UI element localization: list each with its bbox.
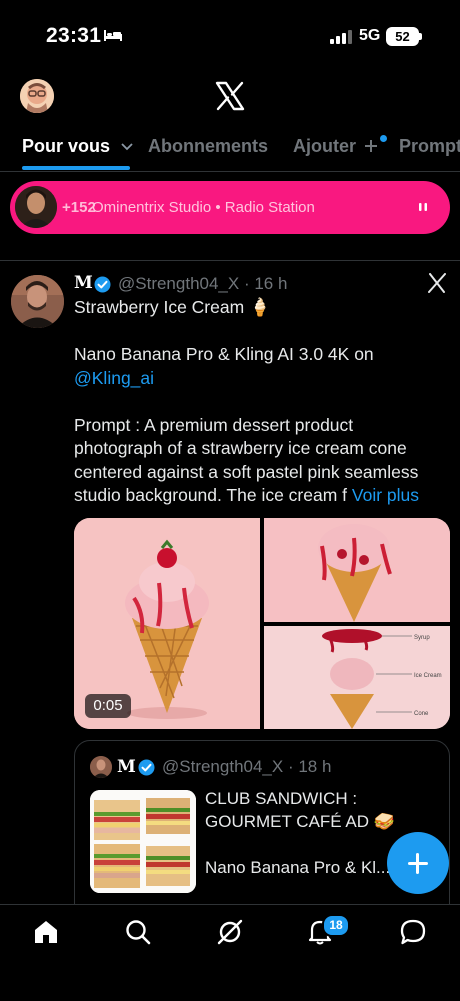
- space-title: Ominentrix Studio • Radio Station: [92, 199, 315, 216]
- search-icon[interactable]: [124, 918, 152, 946]
- verified-badge-icon: [138, 759, 155, 776]
- diagram-label: Ice Cream: [414, 673, 442, 679]
- tab-label: Ajouter: [293, 136, 356, 156]
- tab-abonnements[interactable]: Abonnements: [148, 136, 268, 157]
- diagram-label: Syrup: [414, 635, 430, 641]
- pause-icon[interactable]: [417, 200, 429, 214]
- mention-link[interactable]: @Kling_ai: [74, 368, 154, 388]
- show-more-link[interactable]: Voir plus: [352, 485, 419, 505]
- quoted-line: Nano Banana Pro & Kl...: [205, 858, 391, 877]
- tab-ajouter[interactable]: Ajouter: [293, 136, 378, 157]
- plus-icon: [416, 853, 419, 874]
- new-indicator-dot: [380, 135, 387, 142]
- sleep-focus-icon: [104, 30, 122, 41]
- network-type: 5G: [359, 27, 381, 44]
- tab-label: Prompt: [399, 136, 460, 156]
- quoted-author-name: M: [117, 757, 136, 777]
- author-avatar[interactable]: [11, 275, 64, 328]
- tweet-title: Strawberry Ice Cream 🍦: [74, 297, 271, 317]
- quoted-author-avatar: [90, 756, 112, 778]
- divider: [0, 171, 460, 172]
- grok-icon[interactable]: [216, 918, 244, 946]
- notifications-badge: 18: [322, 914, 350, 937]
- divider: [0, 260, 460, 261]
- tab-label: Pour vous: [22, 136, 111, 156]
- quoted-line: GOURMET CAFÉ AD 🥪: [205, 812, 395, 831]
- media-diagram[interactable]: Syrup Ice Cream Cone: [264, 626, 450, 729]
- x-logo-icon[interactable]: [214, 80, 246, 112]
- media-image-2[interactable]: [264, 518, 450, 622]
- verified-badge-icon: [94, 276, 111, 293]
- profile-avatar[interactable]: [20, 79, 54, 113]
- battery-indicator: 52: [386, 27, 419, 46]
- signal-icon: [330, 30, 352, 44]
- tweet-line: Nano Banana Pro & Kling AI 3.0 4K on: [74, 344, 374, 364]
- quoted-body: CLUB SANDWICH : GOURMET CAFÉ AD 🥪 Nano B…: [205, 787, 405, 879]
- status-time: 23:31: [46, 24, 102, 47]
- quoted-media: [90, 790, 196, 893]
- tab-prompt[interactable]: Prompt: [399, 136, 460, 157]
- listener-count: +152: [62, 199, 96, 216]
- quoted-line: CLUB SANDWICH :: [205, 789, 358, 808]
- timeline-tabs: Pour vous Abonnements Ajouter Prompt: [0, 128, 460, 168]
- host-avatar: [13, 184, 59, 230]
- grok-icon[interactable]: [427, 273, 447, 293]
- author-handle-time[interactable]: @Strength04_X · 16 h: [118, 274, 287, 294]
- tab-pour-vous[interactable]: Pour vous: [22, 136, 133, 157]
- plus-icon: [365, 140, 378, 152]
- home-icon[interactable]: [32, 918, 60, 946]
- messages-icon[interactable]: [399, 918, 427, 946]
- active-tab-indicator: [22, 166, 130, 170]
- chevron-down-icon: [121, 143, 133, 151]
- tweet-body: Strawberry Ice Cream 🍦 Nano Banana Pro &…: [74, 296, 446, 508]
- video-duration: 0:05: [85, 694, 131, 718]
- diagram-label: Cone: [414, 711, 429, 717]
- quoted-handle-time: @Strength04_X · 18 h: [162, 757, 332, 776]
- tab-label: Abonnements: [148, 136, 269, 156]
- battery-tip: [419, 33, 422, 40]
- author-name[interactable]: M: [74, 273, 93, 293]
